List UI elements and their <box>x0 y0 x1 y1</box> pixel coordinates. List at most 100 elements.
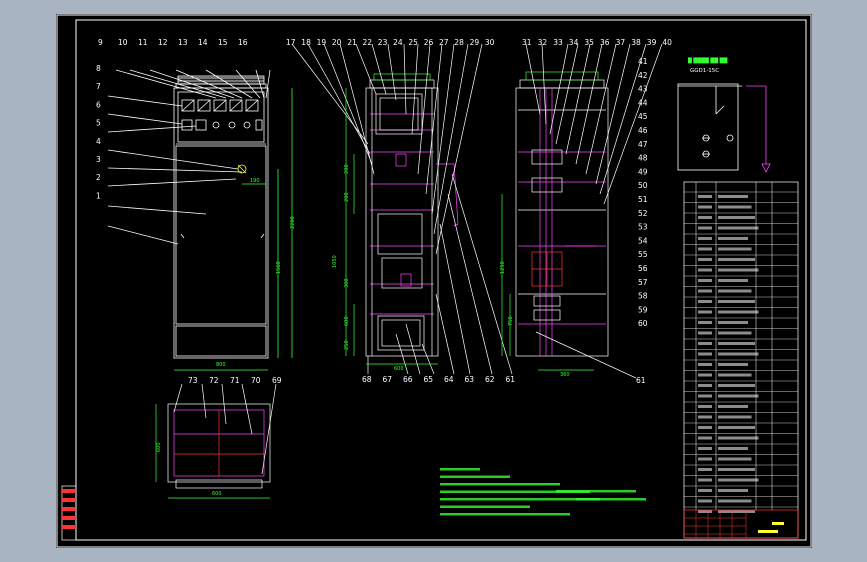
parts-table <box>683 181 799 539</box>
label-49: 49 <box>638 167 648 176</box>
label-1: 1 <box>96 191 101 200</box>
label-72: 72 <box>209 376 219 385</box>
label-36: 36 <box>600 38 610 47</box>
back-dim-b: 750 <box>508 316 514 326</box>
label-40: 40 <box>662 38 672 47</box>
label-15: 15 <box>218 38 228 47</box>
side-dim-d: 300 <box>344 278 350 288</box>
plan-width-dim: 600 <box>212 491 222 497</box>
label-21: 21 <box>347 38 357 47</box>
label-60: 60 <box>638 319 648 328</box>
label-29: 29 <box>470 38 480 47</box>
label-20: 20 <box>332 38 342 47</box>
label-48: 48 <box>638 154 648 163</box>
label-14: 14 <box>198 38 208 47</box>
section-view <box>291 43 513 375</box>
label-11: 11 <box>138 38 148 47</box>
schematic <box>677 83 771 173</box>
label-65: 65 <box>424 375 434 384</box>
label-28: 28 <box>454 38 464 47</box>
label-8: 8 <box>96 64 101 73</box>
label-42: 42 <box>638 71 648 80</box>
side-bottom-labels: 68 67 66 65 64 63 62 61 <box>362 375 515 384</box>
label-34: 34 <box>569 38 579 47</box>
front-view <box>107 69 293 371</box>
side-dim-a: 200 <box>344 164 350 174</box>
label-7: 7 <box>96 82 101 91</box>
back-dim-a: 1250 <box>500 261 506 274</box>
label-46: 46 <box>638 126 648 135</box>
label-6: 6 <box>96 100 101 109</box>
label-32: 32 <box>538 38 548 47</box>
left-title-strip <box>61 485 77 541</box>
label-18: 18 <box>301 38 311 47</box>
label-3: 3 <box>96 155 101 164</box>
label-51: 51 <box>638 195 648 204</box>
back-top-labels: 31 32 33 34 35 36 37 38 39 40 <box>522 38 672 47</box>
label-66: 66 <box>403 375 413 384</box>
front-top-labels: 9 10 11 12 13 14 15 16 <box>98 38 248 47</box>
label-39: 39 <box>647 38 657 47</box>
label-71: 71 <box>230 376 240 385</box>
label-45: 45 <box>638 112 648 121</box>
label-22: 22 <box>363 38 373 47</box>
side-width-dim: 600 <box>394 366 404 372</box>
label-56: 56 <box>638 264 648 273</box>
label-53: 53 <box>638 223 648 232</box>
label-61: 61 <box>636 376 646 385</box>
label-57: 57 <box>638 278 648 287</box>
front-left-labels: 8 7 6 5 4 3 2 1 <box>96 64 101 200</box>
plan-view <box>155 383 277 499</box>
label-31: 31 <box>522 38 532 47</box>
inner-frame <box>75 19 807 541</box>
back-width-dim: 360 <box>560 372 570 378</box>
label-73: 73 <box>188 376 198 385</box>
right-labels: 41 42 43 44 45 46 47 48 49 50 51 52 53 54 55 56 57 58 59 60 <box>638 57 648 328</box>
label-23: 23 <box>378 38 388 47</box>
plan-labels: 73 72 71 70 69 <box>188 376 282 385</box>
technical-notes <box>440 468 646 516</box>
label-69: 69 <box>272 376 282 385</box>
label-5: 5 <box>96 119 101 128</box>
label-62: 62 <box>485 375 495 384</box>
label-27: 27 <box>439 38 449 47</box>
label-50: 50 <box>638 181 648 190</box>
label-67: 67 <box>383 375 393 384</box>
front-dim-c: 190 <box>250 178 260 184</box>
side-dim-c: 1050 <box>332 255 338 268</box>
label-10: 10 <box>118 38 128 47</box>
front-width-dim: 800 <box>216 362 226 368</box>
plan-depth-dim: 600 <box>156 442 162 452</box>
label-52: 52 <box>638 209 648 218</box>
outer-frame <box>56 14 812 548</box>
front-dim-a: 2200 <box>290 216 296 229</box>
label-47: 47 <box>638 140 648 149</box>
label-41: 41 <box>638 57 648 66</box>
label-58: 58 <box>638 292 648 301</box>
label-12: 12 <box>158 38 168 47</box>
label-43: 43 <box>638 85 648 94</box>
label-54: 54 <box>638 236 648 245</box>
label-26: 26 <box>424 38 434 47</box>
label-16: 16 <box>238 38 248 47</box>
label-33: 33 <box>553 38 563 47</box>
label-17: 17 <box>286 38 296 47</box>
cad-viewport: 800 2200 1560 190 9 10 11 12 13 14 15 16 876543… <box>0 0 867 562</box>
label-44: 44 <box>638 98 648 107</box>
label-37: 37 <box>616 38 626 47</box>
label-25: 25 <box>408 38 418 47</box>
label-55: 55 <box>638 250 648 259</box>
side-dim-f: 250 <box>344 340 350 350</box>
label-9: 9 <box>98 38 103 47</box>
front-dim-b: 1560 <box>276 261 282 274</box>
label-70: 70 <box>251 376 261 385</box>
label-24: 24 <box>393 38 403 47</box>
label-63: 63 <box>465 375 475 384</box>
side-dim-b: 200 <box>344 192 350 202</box>
schematic-title: █ ████ ██ ██ <box>687 57 728 64</box>
cad-drawing: 800 2200 1560 190 9 10 11 12 13 14 15 16 876543… <box>56 14 812 548</box>
label-35: 35 <box>584 38 594 47</box>
label-2: 2 <box>96 173 101 182</box>
label-59: 59 <box>638 305 648 314</box>
label-61: 61 <box>506 375 516 384</box>
